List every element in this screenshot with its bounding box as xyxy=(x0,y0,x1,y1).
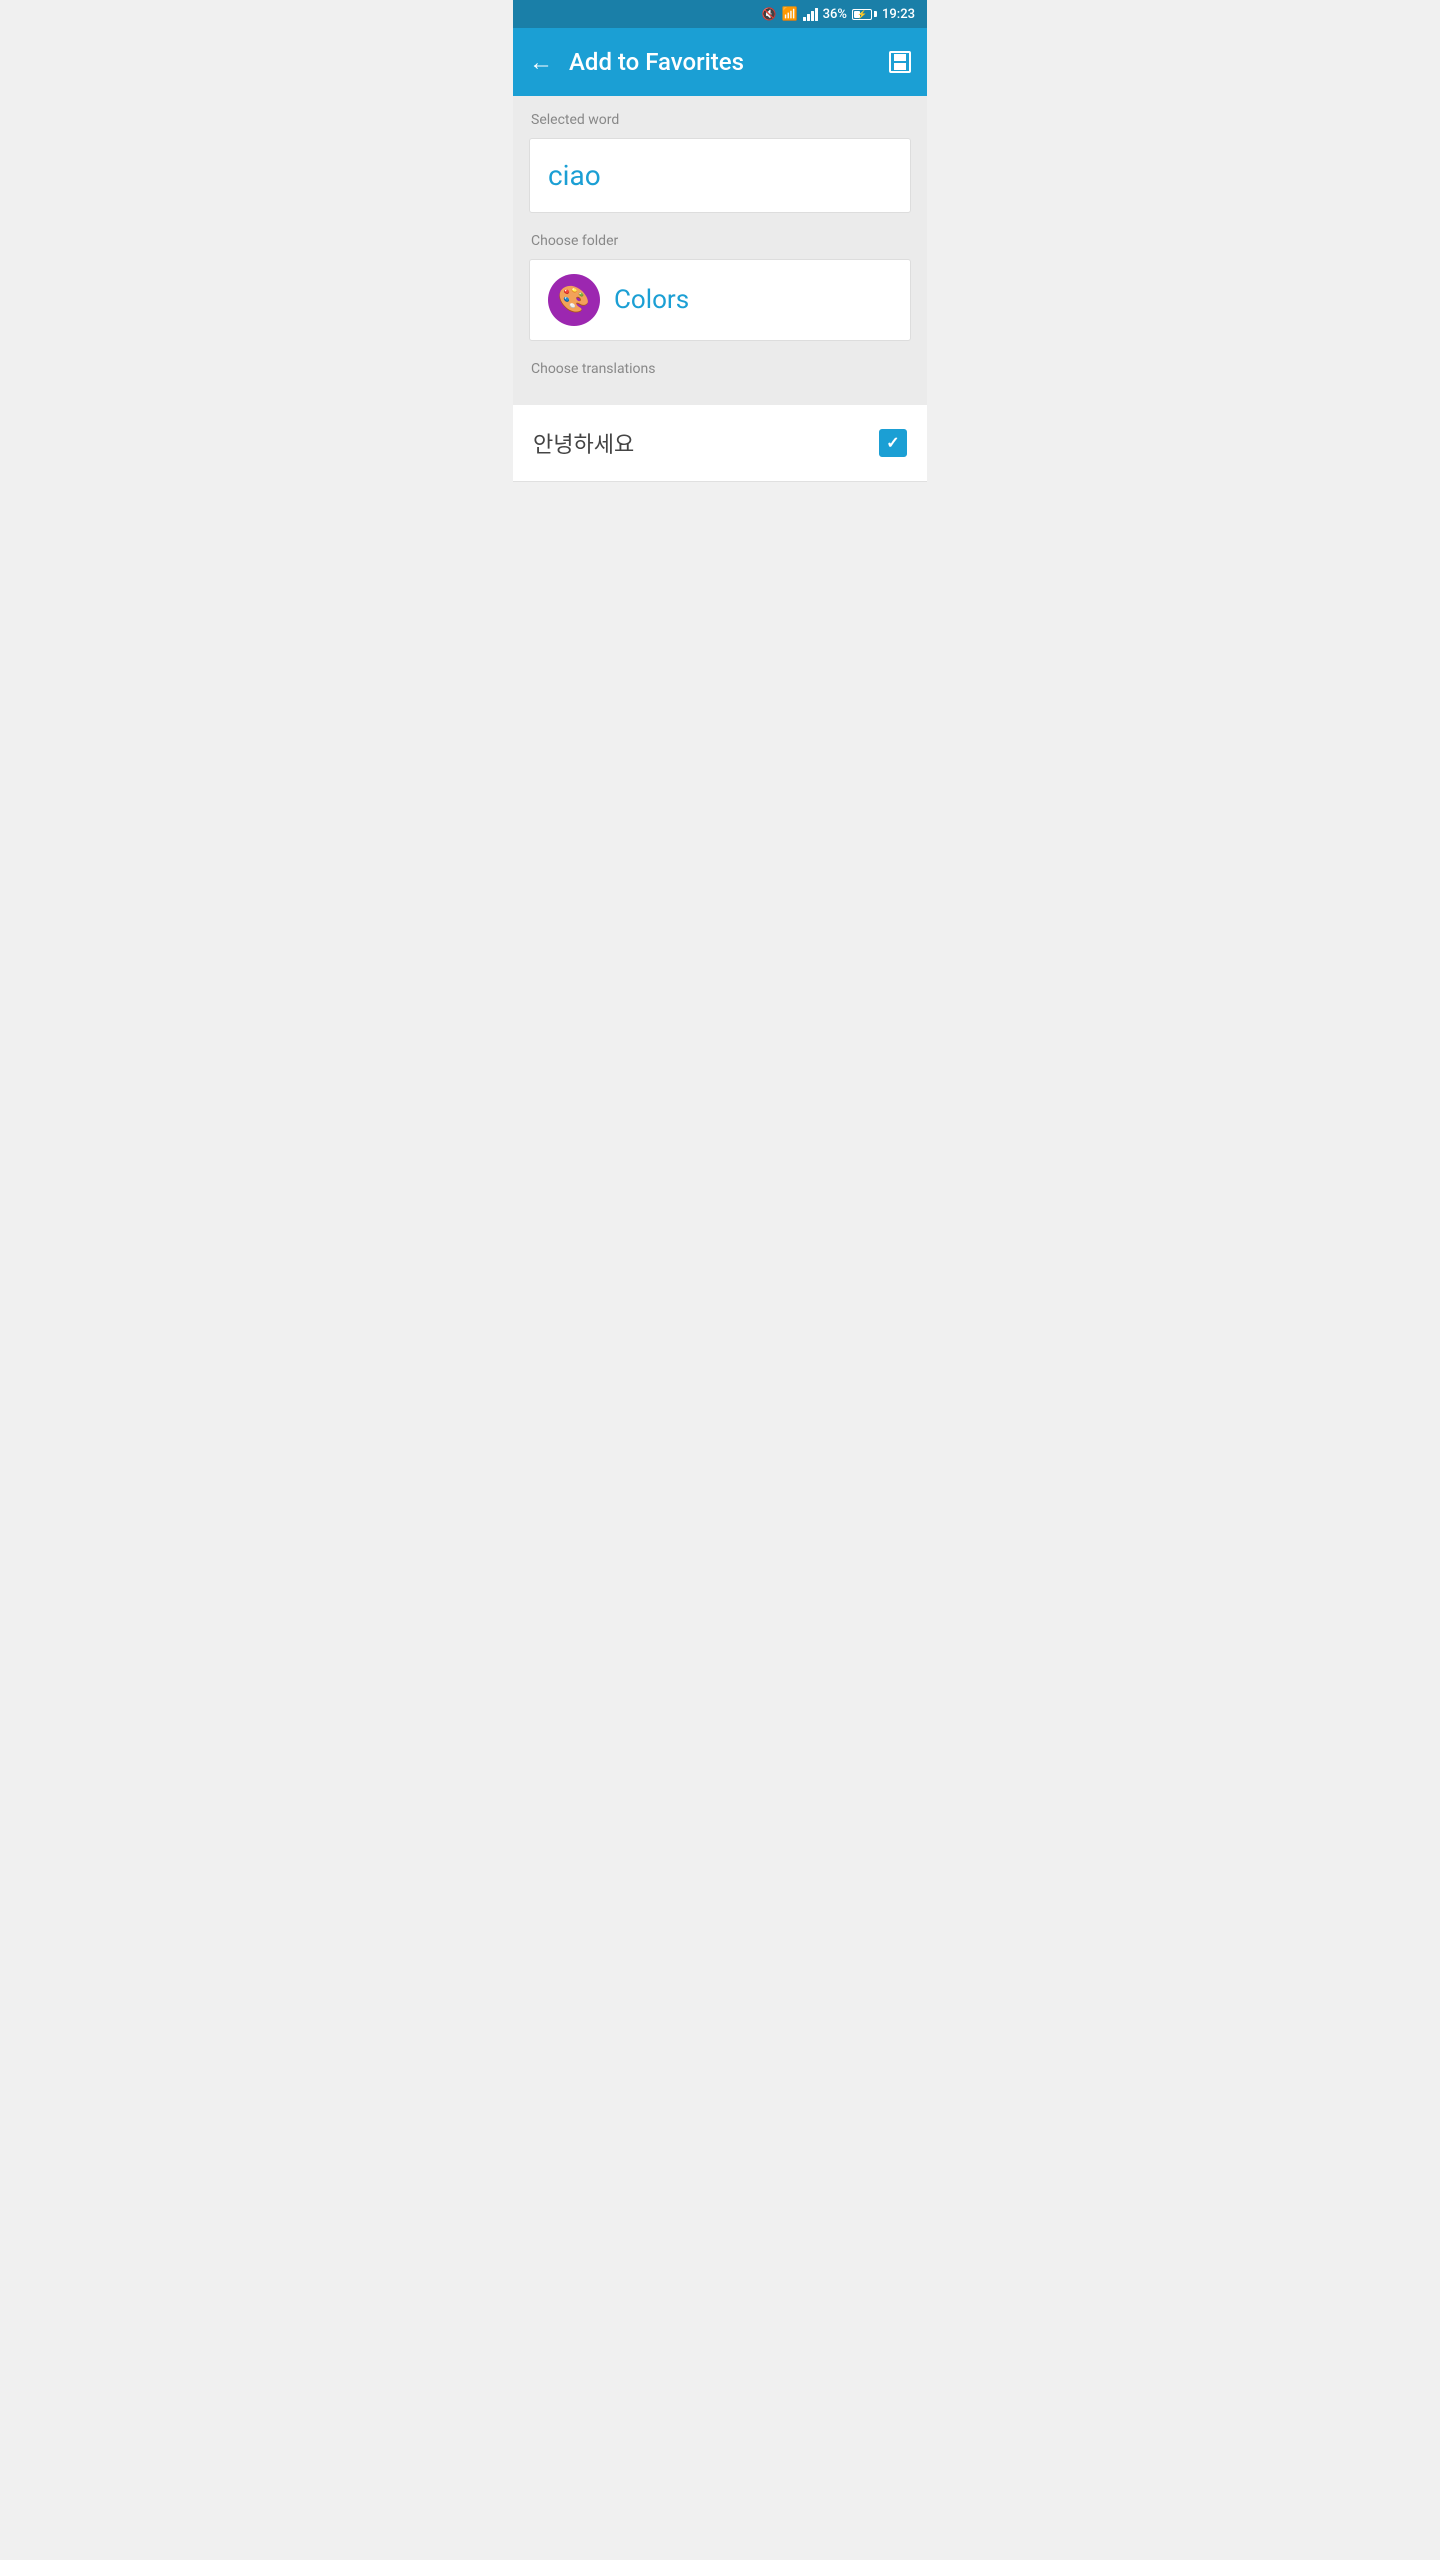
palette-icon: 🎨 xyxy=(558,285,590,315)
status-bar: 🔇 📶 36% ⚡ 19:23 xyxy=(513,0,927,28)
time-display: 19:23 xyxy=(882,7,915,22)
translation-checkbox[interactable]: ✓ xyxy=(879,429,907,457)
battery-icon: ⚡ xyxy=(852,9,877,20)
app-bar-left: ← Add to Favorites xyxy=(529,48,744,76)
content-area: Selected word ciao Choose folder 🎨 Color… xyxy=(513,96,927,405)
wifi-icon: 📶 xyxy=(781,7,797,22)
folder-icon-circle: 🎨 xyxy=(548,274,600,326)
selected-word-label: Selected word xyxy=(531,112,911,128)
choose-folder-label: Choose folder xyxy=(531,233,911,249)
choose-translations-label: Choose translations xyxy=(531,361,911,389)
back-button[interactable]: ← xyxy=(529,50,553,74)
signal-bars-icon xyxy=(803,8,818,21)
translation-item[interactable]: 안녕하세요 ✓ xyxy=(513,405,927,482)
status-icons: 🔇 📶 36% ⚡ 19:23 xyxy=(762,7,915,22)
app-bar: ← Add to Favorites xyxy=(513,28,927,96)
selected-word-value: ciao xyxy=(548,159,601,192)
translations-list: 안녕하세요 ✓ xyxy=(513,405,927,482)
battery-percent: 36% xyxy=(823,7,847,22)
translation-text: 안녕하세요 xyxy=(533,427,634,459)
folder-selector[interactable]: 🎨 Colors xyxy=(529,259,911,341)
checkmark-icon: ✓ xyxy=(886,435,899,451)
mute-icon: 🔇 xyxy=(762,7,777,21)
save-button[interactable] xyxy=(889,51,911,73)
page-title: Add to Favorites xyxy=(569,48,744,76)
folder-name: Colors xyxy=(614,285,689,315)
selected-word-box: ciao xyxy=(529,138,911,213)
